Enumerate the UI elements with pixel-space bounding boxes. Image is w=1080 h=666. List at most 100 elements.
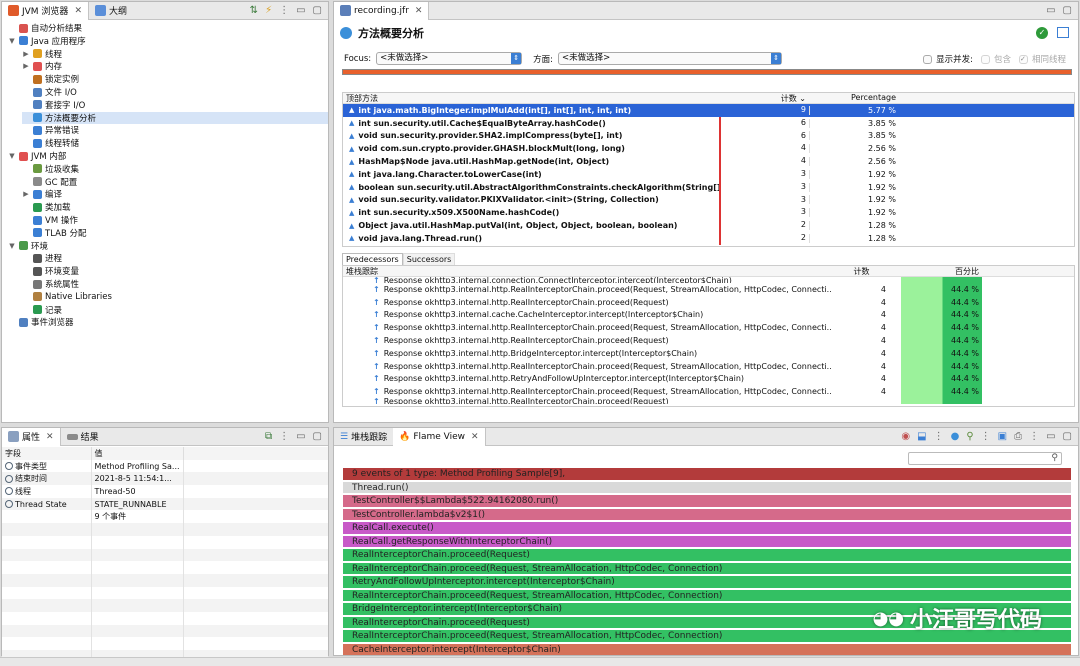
flame-frame[interactable]: RealCall.execute() [343, 522, 1071, 535]
expand-toggle-icon[interactable]: ▼ [8, 152, 16, 160]
tree-item[interactable]: 方法概要分析 [22, 111, 328, 124]
table-row[interactable]: ↑ Response okhttp3.internal.http.BridgeIn… [343, 346, 1074, 360]
tree-item[interactable]: ▶ 内存 [22, 60, 62, 72]
copy-icon[interactable]: ⧉ [265, 431, 272, 442]
maximize-icon[interactable]: ▢ [313, 431, 322, 442]
tab-predecessors[interactable]: Predecessors [342, 253, 403, 265]
icicle-icon[interactable]: ⬓ [917, 431, 926, 442]
value-header[interactable]: 值 [91, 447, 184, 460]
view-menu-icon[interactable]: ⋮ [279, 5, 289, 16]
tab-recording[interactable]: recording.jfr ✕ [334, 1, 430, 20]
flame-frame[interactable]: TestController$$Lambda$522.94162080.run(… [343, 495, 1071, 508]
timeline-bar[interactable] [342, 69, 1072, 75]
flame-frame[interactable]: RealInterceptorChain.proceed(Request, St… [343, 589, 1071, 602]
table-row[interactable]: ▲ int sun.security.x509.X500Name.hashCode… [343, 206, 1074, 220]
flame-frame[interactable]: Thread.run() [343, 481, 1071, 494]
table-row[interactable] [2, 523, 328, 536]
close-icon[interactable]: ✕ [415, 6, 423, 16]
flame-frame[interactable]: TestController.lambda$v2$1() [343, 508, 1071, 521]
table-row[interactable] [2, 599, 328, 612]
tree-item[interactable]: ▼ Java 应用程序 [8, 35, 86, 47]
close-icon[interactable]: ✕ [46, 432, 54, 442]
tree-item[interactable]: 系统属性 [22, 278, 79, 290]
view-menu-icon[interactable]: ⋮ [279, 431, 289, 442]
table-row[interactable] [2, 611, 328, 625]
close-icon[interactable]: ✕ [471, 432, 479, 442]
tab-flame-view[interactable]: 🔥 Flame View ✕ [393, 427, 486, 446]
close-icon[interactable]: ✕ [74, 6, 82, 16]
table-row[interactable]: ↑ Response okhttp3.internal.http.RealInte… [343, 321, 1074, 335]
flame-search-input[interactable]: ⚲ [908, 452, 1062, 465]
export-icon[interactable]: ▣ [998, 431, 1007, 442]
table-row[interactable]: ▲ HashMap$Node java.util.HashMap.getNode(… [343, 155, 1074, 168]
show-concurrent-checkbox[interactable] [923, 54, 933, 64]
search-tool-icon[interactable]: ⚲ [966, 431, 973, 442]
table-row[interactable]: ↑ Response okhttp3.internal.cache.CacheIn… [343, 308, 1074, 322]
table-row[interactable] [2, 561, 328, 574]
table-row[interactable]: ▲ void com.sun.crypto.provider.GHASH.bloc… [343, 142, 1074, 156]
table-row[interactable]: Thread State STATE_RUNNABLE [2, 497, 328, 511]
tree-item[interactable]: GC 配置 [22, 176, 77, 188]
tab-results[interactable]: 结果 [61, 428, 105, 446]
top-method-header[interactable]: 顶部方法 [343, 93, 719, 103]
tab-jvm-browser[interactable]: JVM 浏览器 ✕ [2, 1, 89, 20]
table-row[interactable]: ↑ Response okhttp3.internal.http.RealInte… [343, 385, 1074, 399]
tree-item[interactable]: 自动分析结果 [8, 22, 82, 34]
include-checkbox[interactable] [980, 54, 990, 64]
tree-item[interactable]: 垃圾收集 [22, 163, 79, 175]
minimize-icon[interactable]: ▭ [1046, 5, 1055, 16]
table-row[interactable]: ▲ int java.lang.Character.toLowerCase(int… [343, 167, 1074, 181]
table-row[interactable]: ▲ int java.math.BigInteger.implMulAdd(int… [343, 104, 1074, 117]
count-header[interactable]: 计数 ⌄ [719, 93, 809, 103]
table-row[interactable]: ↑ Response okhttp3.internal.http.RealInte… [343, 334, 1074, 347]
tree-item[interactable]: ▼ JVM 内部 [8, 150, 66, 162]
print-icon[interactable]: ⎙ [1014, 431, 1022, 442]
table-row[interactable] [2, 548, 328, 562]
tree-item[interactable]: TLAB 分配 [22, 227, 86, 239]
tree-item[interactable]: 文件 I/O [22, 86, 77, 98]
expand-toggle-icon[interactable]: ▶ [22, 190, 30, 198]
flame-frame[interactable]: RealInterceptorChain.proceed(Request) [343, 549, 1071, 562]
tree-item[interactable]: VM 操作 [22, 214, 78, 226]
expand-toggle-icon[interactable]: ▶ [22, 62, 30, 70]
table-row[interactable] [2, 624, 328, 638]
color-mode-icon[interactable]: ◉ [901, 431, 910, 442]
flame-frame[interactable]: 9 events of 1 type: Method Profiling Sam… [343, 468, 1071, 481]
view-menu-icon[interactable]: ⋮ [1029, 431, 1039, 442]
tree-item[interactable]: ▶ 编译 [22, 188, 62, 200]
stack-trace-header[interactable]: 堆栈跟踪 [343, 266, 831, 276]
layout-icon[interactable] [1057, 27, 1069, 38]
tree-item[interactable]: 类加载 [22, 201, 71, 213]
table-row[interactable]: 线程 Thread-50 [2, 485, 328, 498]
tree-item[interactable]: 套接字 I/O [22, 99, 85, 111]
minimize-icon[interactable]: ▭ [1046, 431, 1055, 442]
tree-item[interactable]: 进程 [22, 252, 62, 264]
tree-item[interactable]: 异常错误 [22, 124, 79, 136]
minimize-icon[interactable]: ▭ [296, 5, 305, 16]
tree-item[interactable]: 事件浏览器 [8, 316, 74, 328]
method-icon[interactable]: ● [951, 431, 960, 442]
tab-outline[interactable]: 大纲 [89, 2, 133, 20]
sort-icon[interactable]: ⇅ [250, 5, 258, 16]
aspect-select[interactable]: <未做选择> ⇕ [558, 52, 783, 65]
same-thread-checkbox[interactable]: ✓ [1018, 54, 1028, 64]
tree-item[interactable]: ▼ 环境 [8, 240, 48, 252]
tree-item[interactable]: ▶ 线程 [22, 48, 62, 60]
table-row[interactable] [2, 586, 328, 600]
table-row[interactable] [2, 535, 328, 549]
flame-frame[interactable]: RealInterceptorChain.proceed(Request, St… [343, 562, 1071, 575]
tree-item[interactable]: Native Libraries [22, 291, 112, 303]
tree-item[interactable]: 记录 [22, 304, 62, 316]
maximize-icon[interactable]: ▢ [1063, 431, 1072, 442]
view-menu-icon[interactable]: ⋮ [934, 431, 944, 442]
tree-item[interactable]: 线程转储 [22, 137, 79, 149]
stack-percent-header[interactable]: 百分比 [892, 266, 982, 276]
table-row[interactable]: ↑ Response okhttp3.internal.http.RealInte… [343, 359, 1074, 373]
flame-frame[interactable]: CacheInterceptor.intercept(Interceptor$C… [343, 643, 1071, 655]
maximize-icon[interactable]: ▢ [313, 5, 322, 16]
table-row[interactable]: ▲ int sun.security.util.Cache$EqualByteAr… [343, 116, 1074, 130]
tab-stack-trace[interactable]: ☰ 堆栈跟踪 [334, 428, 393, 446]
table-row[interactable]: 9 个事件 [2, 510, 328, 524]
expand-toggle-icon[interactable]: ▼ [8, 37, 16, 45]
flame-frame[interactable]: RetryAndFollowUpInterceptor.intercept(In… [343, 576, 1071, 589]
